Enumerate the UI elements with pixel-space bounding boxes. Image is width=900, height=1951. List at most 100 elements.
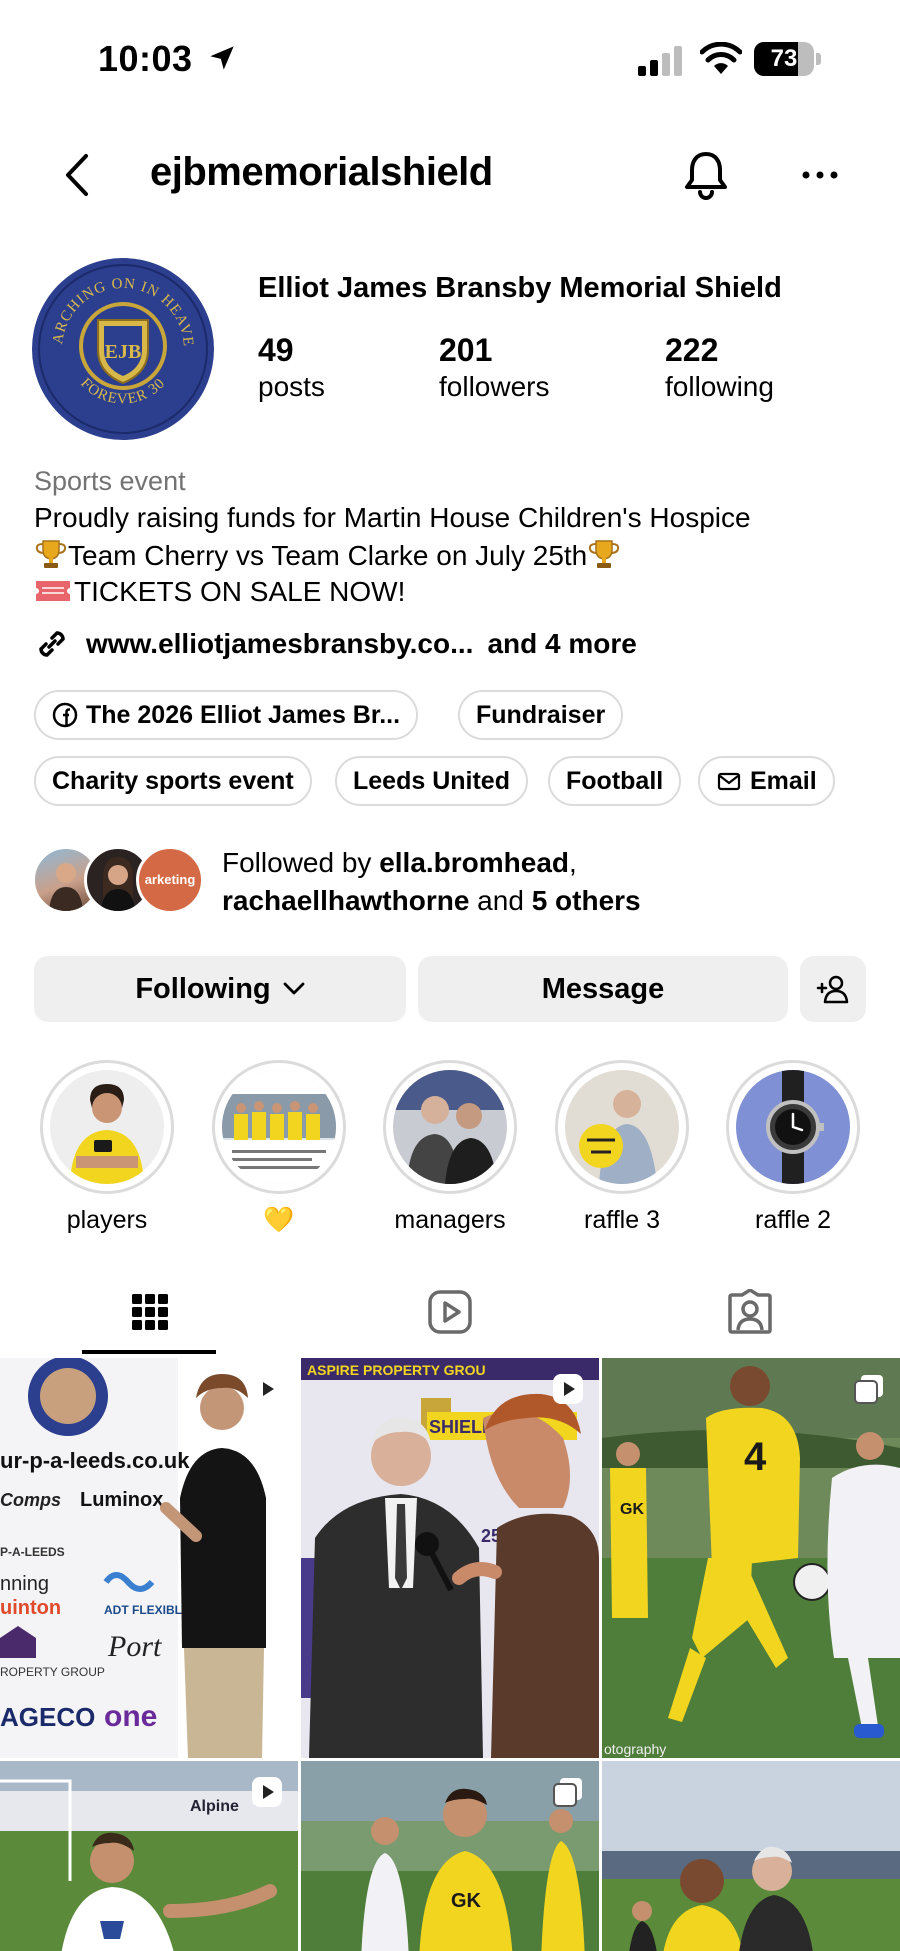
location-arrow-icon [210,46,234,70]
reels-icon [428,1290,472,1334]
chip-label: The 2026 Elliot James Br... [86,700,401,729]
highlight-label: players [66,1206,148,1234]
chip-label: Fundraiser [476,700,606,729]
link-icon [39,631,65,657]
highlight-raffle-3[interactable]: raffle 3 [555,1060,689,1235]
post-text: ur-p-a-leeds.co.uk [0,1448,190,1473]
status-bar: 10:03 73 [0,0,900,120]
post-image [602,1761,900,1951]
more-options-icon[interactable] [800,160,840,190]
message-button[interactable]: Message [418,956,788,1022]
posts-grid: ur-p-a-leeds.co.uk Comps Luminox P-A-LEE… [0,1358,900,1951]
reel-indicator-icon [252,1374,282,1404]
trophy-icon [589,540,620,568]
memorial-shield-logo: MARCHING ON IN HEAVEN FOREVER 30 EJB [32,258,211,437]
profile-username: ejbmemorialshield [150,150,493,194]
highlight-managers[interactable]: managers [383,1060,517,1235]
post-thumbnail[interactable]: Alpine [0,1761,298,1951]
stat-label: following [665,371,774,402]
tab-tagged[interactable] [600,1270,900,1354]
chip-charity-sports-event[interactable]: Charity sports event [34,756,312,806]
chip-fundraiser[interactable]: Fundraiser [458,690,624,740]
avatar: arketing [136,846,204,914]
post-thumbnail[interactable]: ur-p-a-leeds.co.uk Comps Luminox P-A-LEE… [0,1358,298,1758]
post-text: Comps [0,1490,61,1510]
cellular-signal-icon [638,46,682,76]
tab-reels[interactable] [300,1270,600,1354]
back-chevron-icon[interactable] [58,152,98,198]
mutual-followers-others[interactable]: 5 others [532,885,641,916]
profile-avatar[interactable]: MARCHING ON IN HEAVEN FOREVER 30 EJB [32,258,214,440]
chip-label: Charity sports event [52,766,294,795]
post-thumbnail[interactable]: 4 GK otography [602,1358,900,1758]
post-thumbnail[interactable] [602,1761,900,1951]
mutual-followers-avatars[interactable]: arketing [32,846,208,916]
following-button-label: Following [135,972,271,1005]
stat-following[interactable]: 222 following [665,332,774,403]
status-time: 10:03 [98,38,193,79]
mutual-follower-2[interactable]: rachaellhawthorne [222,885,469,916]
stat-number: 49 [258,332,294,368]
followed-by-text[interactable]: Followed by ella.bromhead, rachaellhawth… [222,844,641,920]
post-text: Port [107,1630,162,1663]
link-more[interactable]: and 4 more [487,628,636,660]
chip-facebook-page[interactable]: The 2026 Elliot James Br... [34,690,419,740]
bio-line-2: Team Cherry vs Team Clarke on July 25th [34,538,621,572]
post-text: nning [0,1573,49,1595]
chip-email[interactable]: Email [698,756,835,806]
battery-indicator: 73 [754,42,821,76]
top-nav: ejbmemorialshield [0,130,900,220]
post-text: P-A-LEEDS [0,1545,65,1559]
post-text: GK [620,1501,644,1518]
post-thumbnail[interactable]: ASPIRE PROPERTY GROU SHIELD 25 J 25 JUL [301,1358,599,1758]
avatar-label: arketing [145,872,196,887]
highlight-cover [50,1070,164,1184]
highlight-heart[interactable]: 💛 [212,1060,346,1235]
carousel-indicator-icon [854,1375,883,1404]
tagged-person-icon [728,1289,772,1334]
tab-posts-grid[interactable] [0,1270,300,1354]
highlight-cover [565,1070,679,1184]
suggested-users-button[interactable] [800,956,866,1022]
bio-line-1: Proudly raising funds for Martin House C… [34,502,751,533]
bio-line-3: TICKETS ON SALE NOW! [34,576,405,608]
post-image: ur-p-a-leeds.co.uk Comps Luminox P-A-LEE… [0,1358,298,1758]
stat-followers[interactable]: 201 followers [439,332,549,403]
notification-bell-icon[interactable] [682,150,730,200]
reel-indicator-icon [252,1777,282,1807]
post-text: ASPIRE PROPERTY GROU [307,1362,486,1378]
followed-by-prefix: Followed by [222,847,380,878]
chip-label: Email [750,766,817,795]
highlight-raffle-2[interactable]: raffle 2 [726,1060,860,1235]
add-person-icon [816,975,849,1004]
link-url[interactable]: www.elliotjamesbransby.co... [86,628,473,660]
post-text: Luminox [80,1489,163,1511]
post-text: AGECO [0,1702,95,1732]
profile-tabs [0,1270,900,1354]
profile-link[interactable]: www.elliotjamesbransby.co... and 4 more [32,624,637,664]
stat-posts[interactable]: 49 posts [258,332,325,403]
bio-line-3-text: TICKETS ON SALE NOW! [74,576,406,607]
carousel-indicator-icon [553,1778,582,1807]
post-image: 4 GK otography [602,1358,900,1758]
chip-leeds-united[interactable]: Leeds United [335,756,528,806]
wifi-icon [700,42,742,74]
following-button[interactable]: Following [34,956,406,1022]
highlight-label: 💛 [263,1206,295,1234]
battery-percent: 73 [770,45,798,72]
mutual-follower-1[interactable]: ella.bromhead [379,847,569,878]
message-button-label: Message [541,972,665,1005]
and-text: and [469,885,532,916]
post-text: GK [451,1890,482,1912]
highlight-cover [393,1070,507,1184]
post-text: ROPERTY GROUP [0,1665,105,1679]
highlight-players[interactable]: players [40,1060,174,1235]
post-thumbnail[interactable]: GK [301,1761,599,1951]
ticket-icon [36,581,70,601]
trophy-icon [35,540,67,568]
profile-category: Sports event [34,466,186,496]
stat-label: posts [258,371,325,402]
highlight-label: raffle 3 [584,1206,660,1234]
chip-football[interactable]: Football [548,756,682,806]
grid-icon [132,1294,168,1330]
